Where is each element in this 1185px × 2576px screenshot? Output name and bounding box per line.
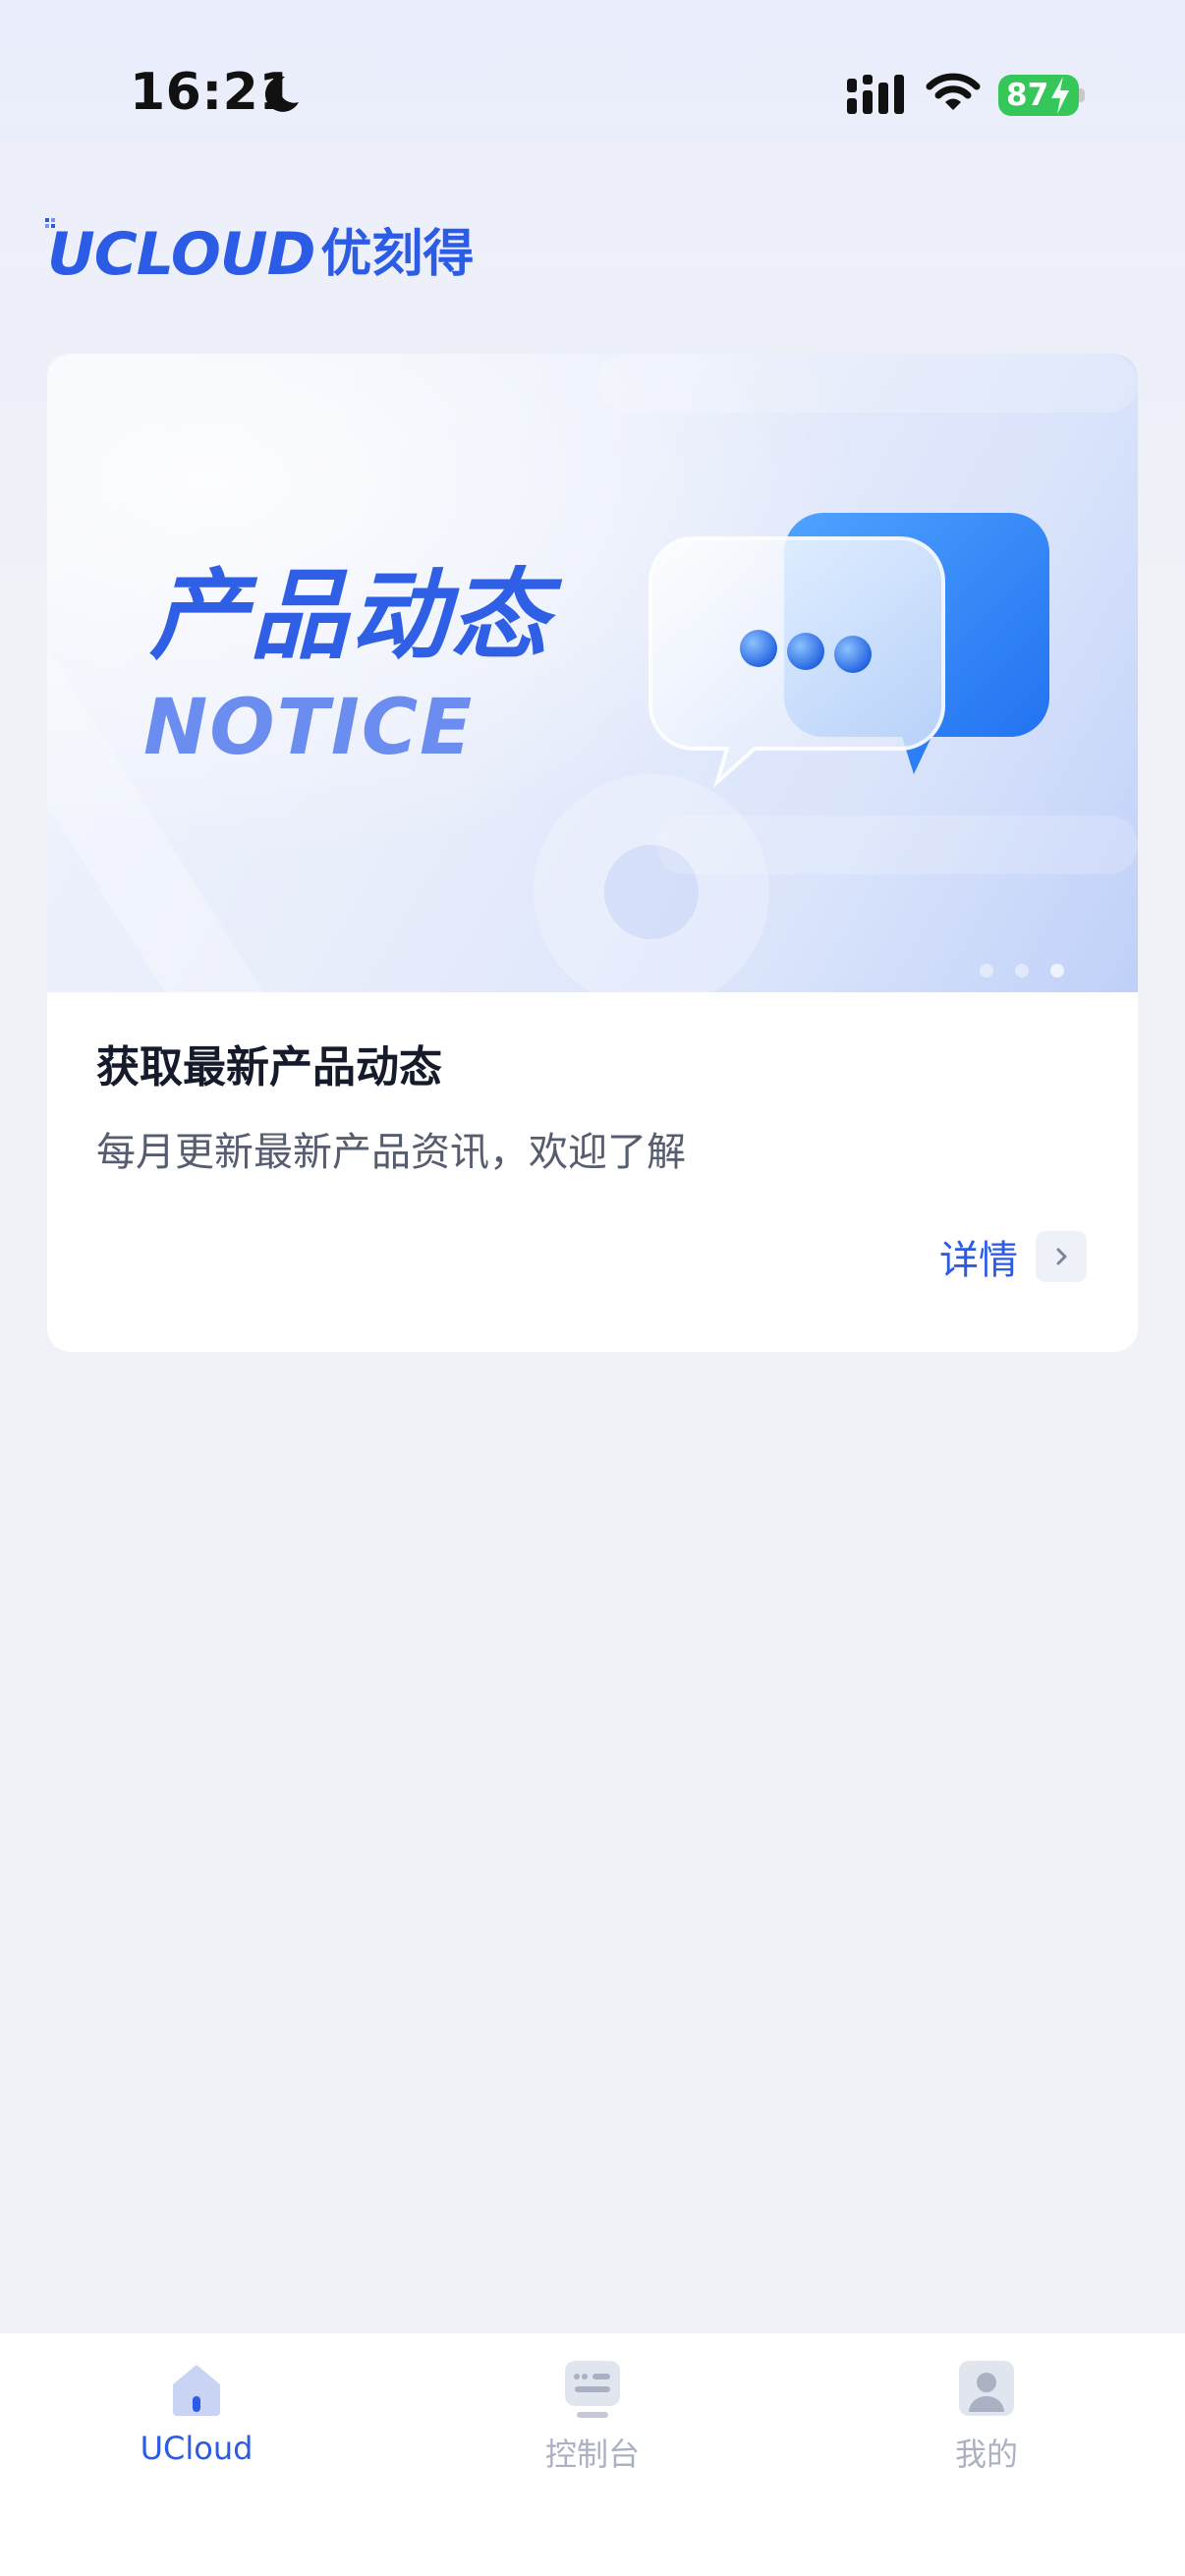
notice-card[interactable]: 产品动态 NOTICE 获取最新产品动态 每月更新最新产品资讯，欢迎了解 详情 (47, 354, 1138, 1352)
tab-label-console: 控制台 (544, 2436, 640, 2473)
notice-banner[interactable]: 产品动态 NOTICE (47, 354, 1138, 992)
logo-pixel-icon (45, 218, 55, 228)
banner-subtitle: NOTICE (143, 684, 475, 772)
profile-icon (959, 2361, 1014, 2416)
moon-icon (264, 76, 299, 112)
brand-logo: UCLOUD 优刻得 (45, 218, 475, 289)
bottom-tab-bar: UCloud 控制台 我的 (0, 2332, 1185, 2576)
battery-level: 87 (1006, 78, 1049, 113)
banner-title: 产品动态 (149, 558, 550, 673)
signal-icon (847, 75, 904, 114)
battery-tip (1079, 88, 1085, 102)
tab-console[interactable]: 控制台 (465, 2357, 720, 2494)
chat-bubble-icon (649, 513, 1049, 789)
wifi-icon (926, 73, 981, 110)
home-icon (173, 2365, 220, 2416)
status-bar: 16:21 87 (0, 0, 1185, 187)
chevron-right-icon (1036, 1231, 1087, 1282)
detail-label: 详情 (939, 1238, 1018, 1283)
logo-text-en: UCLOUD (47, 220, 315, 289)
tab-label-ucloud: UCloud (140, 2430, 254, 2467)
tab-me[interactable]: 我的 (859, 2357, 1114, 2494)
tab-label-me: 我的 (954, 2436, 1018, 2473)
card-title: 获取最新产品动态 (96, 1042, 442, 1092)
charging-bolt-icon (1051, 77, 1069, 114)
tab-ucloud[interactable]: UCloud (69, 2357, 324, 2494)
console-icon (565, 2361, 620, 2418)
card-description: 每月更新最新产品资讯，欢迎了解 (96, 1130, 686, 1175)
detail-link[interactable]: 详情 (939, 1228, 1087, 1285)
banner-pager-dots (980, 964, 1064, 978)
logo-text-cn: 优刻得 (320, 225, 475, 284)
page: 16:21 87 UCLOUD 优刻得 产品动态 NOTICE 获取最新产品动态… (0, 0, 1185, 2576)
